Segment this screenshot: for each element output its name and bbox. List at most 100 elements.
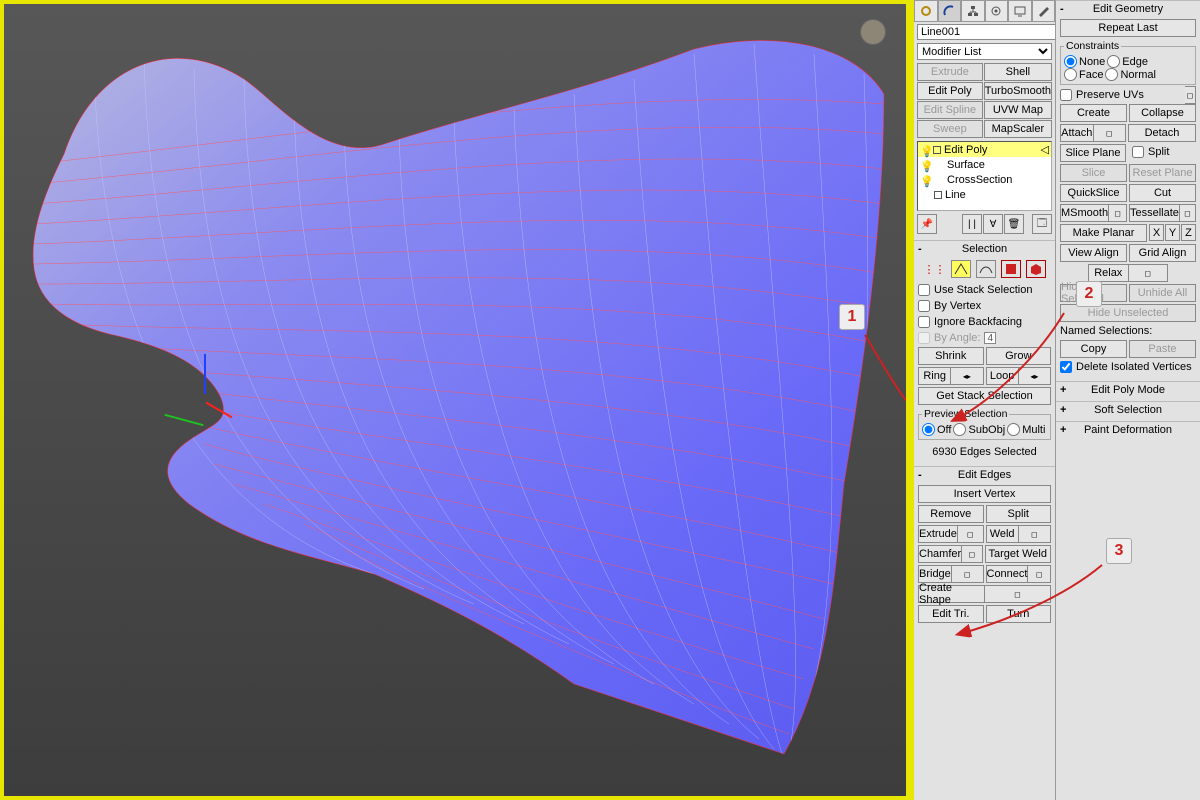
paste-selection-button: Paste	[1129, 340, 1196, 358]
mod-sweep-button[interactable]: Sweep	[917, 120, 983, 138]
chamfer-settings-button[interactable]: ◻	[962, 545, 982, 563]
mod-mapscaler-button[interactable]: MapScaler	[984, 120, 1052, 138]
create-button[interactable]: Create	[1060, 104, 1127, 122]
relax-button[interactable]: Relax	[1088, 264, 1129, 282]
rollout-edit-geometry-header[interactable]: -Edit Geometry	[1056, 0, 1200, 16]
view-align-button[interactable]: View Align	[1060, 244, 1127, 262]
annotation-1-arrow	[862, 332, 910, 432]
tab-modify[interactable]	[938, 0, 962, 21]
bridge-button[interactable]: Bridge	[918, 565, 952, 583]
insert-vertex-button[interactable]: Insert Vertex	[918, 485, 1051, 503]
annotation-3: 3	[1106, 538, 1132, 564]
tessellate-button[interactable]: Tessellate	[1129, 204, 1180, 222]
attach-button[interactable]: Attach	[1060, 124, 1094, 142]
relax-settings-button[interactable]: ◻	[1129, 264, 1169, 282]
mod-editpoly-button[interactable]: Edit Poly	[917, 82, 983, 100]
split-checkbox[interactable]: Split	[1128, 144, 1196, 160]
remove-button[interactable]: Remove	[918, 505, 984, 523]
collapse-button[interactable]: Collapse	[1129, 104, 1196, 122]
mesh-preview	[14, 24, 894, 784]
hierarchy-icon	[967, 5, 979, 17]
object-name-input[interactable]	[917, 24, 1067, 40]
motion-icon	[990, 5, 1002, 17]
msmooth-settings-button[interactable]: ◻	[1109, 204, 1127, 222]
tab-display[interactable]	[1008, 0, 1032, 21]
mod-turbosmooth-button[interactable]: TurboSmooth	[984, 82, 1052, 100]
mod-editspline-button[interactable]: Edit Spline	[917, 101, 983, 119]
cut-button[interactable]: Cut	[1129, 184, 1196, 202]
annotation-2: 2	[1076, 281, 1102, 307]
delete-isolated-vertices-checkbox[interactable]: Delete Isolated Vertices	[1060, 359, 1196, 375]
rollout-paint-deformation-header[interactable]: +Paint Deformation	[1056, 421, 1200, 437]
detach-button[interactable]: Detach	[1128, 124, 1196, 142]
make-planar-button[interactable]: Make Planar	[1060, 224, 1147, 242]
lightbulb-icon[interactable]: 💡	[920, 175, 930, 185]
subobj-border-button[interactable]	[976, 260, 996, 278]
target-weld-button[interactable]: Target Weld	[985, 545, 1052, 563]
viewport-3d[interactable]: 1	[0, 0, 910, 800]
rollout-soft-selection-header[interactable]: +Soft Selection	[1056, 401, 1200, 417]
modifier-list-dropdown[interactable]: Modifier List	[917, 43, 1052, 60]
constraint-face-radio[interactable]: Face	[1064, 68, 1103, 81]
attach-list-button[interactable]: ◻	[1094, 124, 1127, 142]
subobj-vertex-button[interactable]: ⋮⋮	[924, 263, 946, 276]
use-stack-selection-checkbox[interactable]: Use Stack Selection	[918, 282, 1051, 298]
subobj-element-button[interactable]	[1026, 260, 1046, 278]
lightbulb-icon[interactable]: 💡	[920, 145, 930, 155]
remove-modifier-button[interactable]: 🗑	[1004, 214, 1024, 234]
tab-utilities[interactable]	[1032, 0, 1056, 21]
pin-stack-button[interactable]: 📌	[917, 214, 937, 234]
mod-extrude-button[interactable]: Extrude	[917, 63, 983, 81]
expand-icon[interactable]	[934, 191, 942, 199]
constraint-none-radio[interactable]: None	[1064, 55, 1105, 68]
subobj-polygon-button[interactable]	[1001, 260, 1021, 278]
constraint-edge-radio[interactable]: Edge	[1107, 55, 1148, 68]
planar-y-button[interactable]: Y	[1165, 224, 1180, 241]
tab-motion[interactable]	[985, 0, 1009, 21]
preserve-uvs-settings-button[interactable]: ◻	[1185, 86, 1196, 104]
planar-z-button[interactable]: Z	[1181, 224, 1196, 241]
rollout-edit-poly-mode-header[interactable]: +Edit Poly Mode	[1056, 381, 1200, 397]
make-unique-button[interactable]: ∀	[983, 214, 1003, 234]
msmooth-button[interactable]: MSmooth	[1060, 204, 1109, 222]
quickslice-button[interactable]: QuickSlice	[1060, 184, 1127, 202]
arc-icon	[943, 5, 955, 17]
weld-settings-button[interactable]: ◻	[1019, 525, 1051, 543]
stack-item-editpoly[interactable]: 💡Edit Poly◁	[918, 142, 1051, 157]
modifier-stack[interactable]: 💡Edit Poly◁ 💡Surface 💡CrossSection Line	[917, 141, 1052, 211]
stack-item-surface[interactable]: 💡Surface	[918, 157, 1051, 172]
copy-selection-button[interactable]: Copy	[1060, 340, 1127, 358]
preserve-uvs-checkbox[interactable]: Preserve UVs◻	[1060, 87, 1196, 103]
command-panel-tabs	[914, 0, 1055, 22]
viewcube[interactable]	[860, 19, 886, 45]
configure-sets-button[interactable]: 🗔	[1032, 214, 1052, 234]
grid-align-button[interactable]: Grid Align	[1129, 244, 1196, 262]
constraint-normal-radio[interactable]: Normal	[1105, 68, 1155, 81]
chamfer-button[interactable]: Chamfer	[918, 545, 962, 563]
planar-x-button[interactable]: X	[1149, 224, 1164, 241]
axis-z[interactable]	[204, 354, 206, 394]
tab-create[interactable]	[914, 0, 938, 21]
extrude-settings-button[interactable]: ◻	[958, 525, 984, 543]
slice-plane-button[interactable]: Slice Plane	[1060, 144, 1126, 162]
weld-button[interactable]: Weld	[986, 525, 1019, 543]
display-icon	[1014, 5, 1026, 17]
stack-item-crosssection[interactable]: 💡CrossSection	[918, 172, 1051, 187]
subobj-edge-button[interactable]	[951, 260, 971, 278]
expand-icon[interactable]	[933, 146, 941, 154]
lightbulb-icon[interactable]: 💡	[920, 160, 930, 170]
split-button[interactable]: Split	[986, 505, 1052, 523]
extrude-edge-button[interactable]: Extrude	[918, 525, 958, 543]
show-result-button[interactable]: | |	[962, 214, 982, 234]
annotation-2-arrow	[946, 310, 1066, 430]
rollout-edit-edges-header[interactable]: -Edit Edges	[914, 466, 1055, 482]
mod-shell-button[interactable]: Shell	[984, 63, 1052, 81]
unhide-all-button: Unhide All	[1129, 284, 1196, 302]
slice-button: Slice	[1060, 164, 1127, 182]
rollout-selection-header[interactable]: -Selection	[914, 240, 1055, 256]
repeat-last-button[interactable]: Repeat Last	[1060, 19, 1196, 37]
stack-item-line[interactable]: Line	[918, 187, 1051, 202]
tab-hierarchy[interactable]	[961, 0, 985, 21]
mod-uvwmap-button[interactable]: UVW Map	[984, 101, 1052, 119]
tessellate-settings-button[interactable]: ◻	[1180, 204, 1196, 222]
